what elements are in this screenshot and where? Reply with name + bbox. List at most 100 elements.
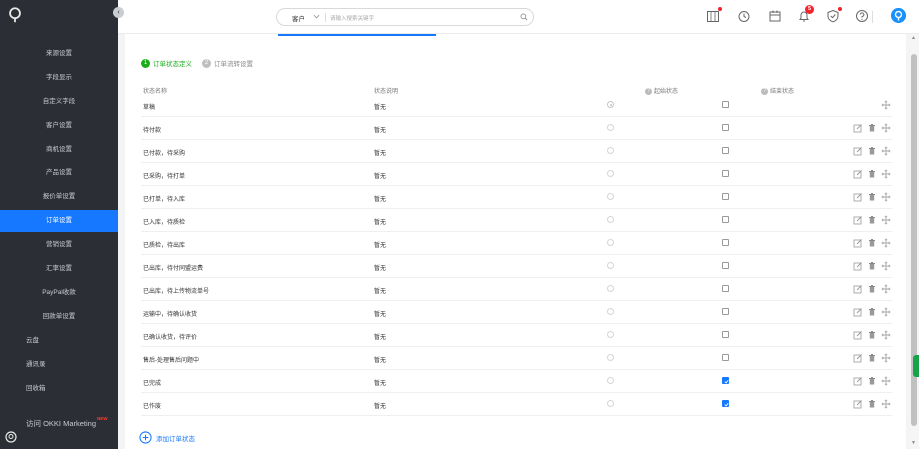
- delete-icon[interactable]: [867, 192, 877, 202]
- drag-handle-icon[interactable]: [881, 238, 891, 248]
- end-status-checkbox[interactable]: [722, 308, 729, 315]
- edit-icon[interactable]: [853, 123, 863, 133]
- drag-handle-icon[interactable]: [881, 284, 891, 294]
- end-status-checkbox[interactable]: [722, 193, 729, 200]
- start-status-radio[interactable]: [607, 239, 614, 246]
- end-status-checkbox[interactable]: [722, 377, 729, 384]
- clock-icon[interactable]: [737, 9, 751, 23]
- end-status-checkbox[interactable]: [722, 170, 729, 177]
- visit-okki-marketing-link[interactable]: 访问 OKKI Marketing: [26, 418, 96, 429]
- drag-handle-icon[interactable]: [881, 376, 891, 386]
- delete-icon[interactable]: [867, 215, 877, 225]
- sidebar-item[interactable]: 回款单设置: [0, 306, 118, 328]
- edit-icon[interactable]: [853, 376, 863, 386]
- end-status-checkbox[interactable]: [722, 101, 729, 108]
- sidebar-item[interactable]: 订单设置: [0, 210, 118, 232]
- drag-handle-icon[interactable]: [881, 330, 891, 340]
- delete-icon[interactable]: [867, 399, 877, 409]
- end-status-checkbox[interactable]: [722, 400, 729, 407]
- start-status-radio[interactable]: [607, 331, 614, 338]
- calendar-icon[interactable]: [768, 9, 782, 23]
- drag-handle-icon[interactable]: [881, 100, 891, 110]
- drag-handle-icon[interactable]: [881, 146, 891, 156]
- sidebar-item[interactable]: 云盘: [0, 330, 118, 352]
- edit-icon[interactable]: [853, 307, 863, 317]
- sidebar-item[interactable]: 报价单设置: [0, 186, 118, 208]
- start-status-radio[interactable]: [607, 262, 614, 269]
- start-status-radio[interactable]: [607, 354, 614, 361]
- user-avatar[interactable]: [891, 8, 906, 23]
- scroll-down-arrow-icon[interactable]: ▼: [911, 440, 916, 446]
- end-status-checkbox[interactable]: [722, 262, 729, 269]
- help-icon[interactable]: [855, 9, 869, 23]
- delete-icon[interactable]: [867, 123, 877, 133]
- start-status-radio[interactable]: [607, 124, 614, 131]
- edit-icon[interactable]: [853, 330, 863, 340]
- drag-handle-icon[interactable]: [881, 307, 891, 317]
- end-status-checkbox[interactable]: [722, 239, 729, 246]
- delete-icon[interactable]: [867, 261, 877, 271]
- edit-icon[interactable]: [853, 261, 863, 271]
- sidebar-item[interactable]: 汇率设置: [0, 258, 118, 280]
- sidebar-item[interactable]: 回收箱: [0, 378, 118, 400]
- drag-handle-icon[interactable]: [881, 123, 891, 133]
- add-order-status-button[interactable]: 添加订单状态: [139, 431, 195, 444]
- search-input[interactable]: 请输入搜索关键字: [330, 14, 374, 22]
- start-status-radio[interactable]: [607, 193, 614, 200]
- start-status-radio[interactable]: [607, 285, 614, 292]
- edit-icon[interactable]: [853, 169, 863, 179]
- edit-icon[interactable]: [853, 192, 863, 202]
- sidebar-item[interactable]: 字段显示: [0, 67, 118, 89]
- end-status-checkbox[interactable]: [722, 354, 729, 361]
- edit-icon[interactable]: [853, 399, 863, 409]
- end-status-checkbox[interactable]: [722, 124, 729, 131]
- sidebar-collapse-button[interactable]: ‹: [113, 7, 124, 18]
- delete-icon[interactable]: [867, 169, 877, 179]
- search-type-select[interactable]: 客户: [292, 13, 305, 23]
- drag-handle-icon[interactable]: [881, 399, 891, 409]
- delete-icon[interactable]: [867, 330, 877, 340]
- side-feedback-tab[interactable]: [913, 355, 919, 377]
- sidebar-item[interactable]: 营销设置: [0, 234, 118, 256]
- drag-handle-icon[interactable]: [881, 192, 891, 202]
- start-status-radio[interactable]: [607, 400, 614, 407]
- drag-handle-icon[interactable]: [881, 353, 891, 363]
- scroll-up-arrow-icon[interactable]: ▲: [911, 35, 916, 41]
- step-order-flow-settings[interactable]: 2 订单流转设置: [202, 58, 253, 68]
- edit-icon[interactable]: [853, 215, 863, 225]
- task-board-icon[interactable]: [706, 9, 720, 23]
- sidebar-item[interactable]: 客户设置: [0, 115, 118, 137]
- help-circle-icon[interactable]: [5, 431, 17, 443]
- page-scrollbar[interactable]: ▲ ▼: [909, 34, 919, 449]
- drag-handle-icon[interactable]: [881, 215, 891, 225]
- sidebar-item[interactable]: 产品设置: [0, 162, 118, 184]
- shield-check-icon[interactable]: [826, 9, 840, 23]
- start-status-radio[interactable]: [607, 308, 614, 315]
- start-status-radio[interactable]: [607, 377, 614, 384]
- drag-handle-icon[interactable]: [881, 261, 891, 271]
- edit-icon[interactable]: [853, 238, 863, 248]
- start-status-radio[interactable]: [607, 147, 614, 154]
- step-order-status-definition[interactable]: 1 订单状态定义: [141, 58, 192, 68]
- delete-icon[interactable]: [867, 284, 877, 294]
- global-search[interactable]: 客户 请输入搜索关键字: [276, 8, 534, 26]
- delete-icon[interactable]: [867, 307, 877, 317]
- start-status-radio[interactable]: [607, 216, 614, 223]
- delete-icon[interactable]: [867, 353, 877, 363]
- end-status-checkbox[interactable]: [722, 331, 729, 338]
- drag-handle-icon[interactable]: [881, 169, 891, 179]
- start-status-radio[interactable]: [607, 101, 614, 108]
- delete-icon[interactable]: [867, 238, 877, 248]
- end-status-checkbox[interactable]: [722, 216, 729, 223]
- sidebar-item[interactable]: 商机设置: [0, 139, 118, 161]
- search-icon[interactable]: [520, 13, 528, 21]
- edit-icon[interactable]: [853, 284, 863, 294]
- end-status-checkbox[interactable]: [722, 285, 729, 292]
- sidebar-item[interactable]: 通讯录: [0, 354, 118, 376]
- delete-icon[interactable]: [867, 376, 877, 386]
- sidebar-item[interactable]: 自定义字段: [0, 91, 118, 113]
- edit-icon[interactable]: [853, 146, 863, 156]
- edit-icon[interactable]: [853, 353, 863, 363]
- start-status-radio[interactable]: [607, 170, 614, 177]
- end-status-checkbox[interactable]: [722, 147, 729, 154]
